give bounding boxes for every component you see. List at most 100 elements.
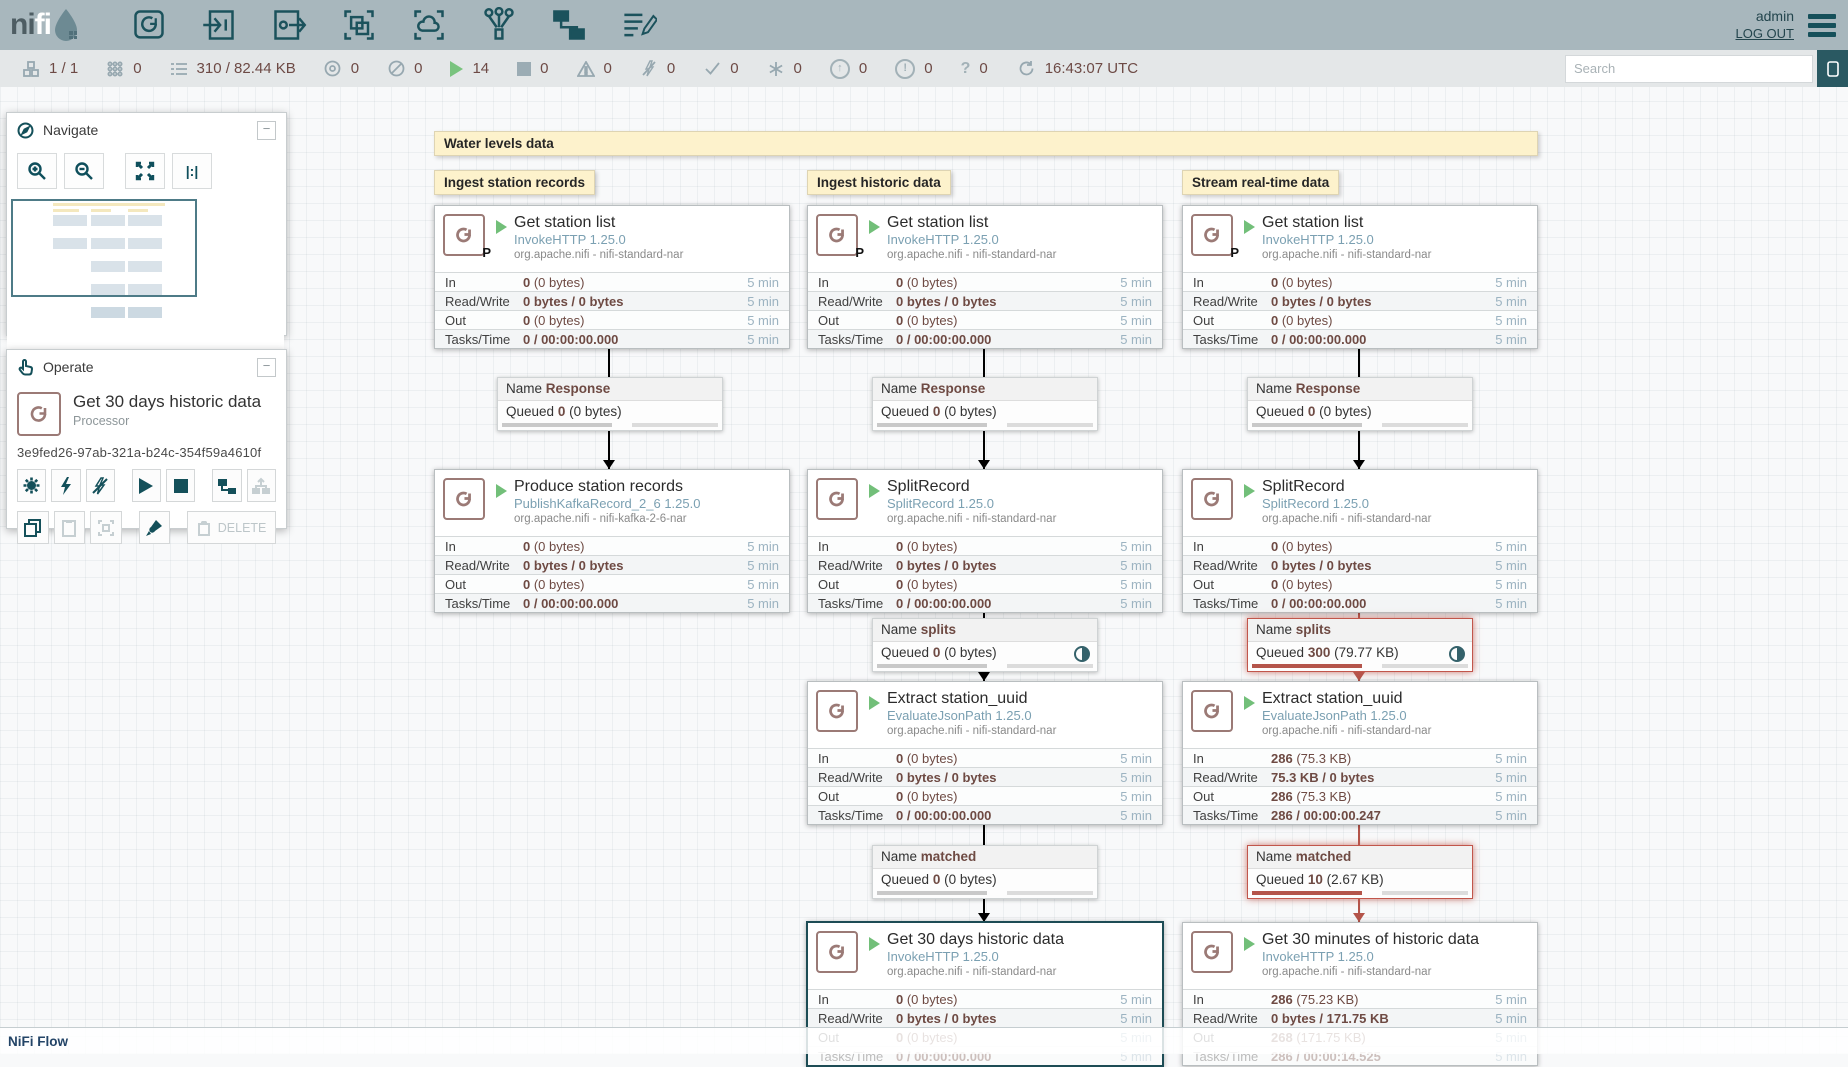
navigate-collapse-button[interactable]: − (257, 121, 276, 140)
stat-read-write: Read/Write0 bytes / 0 bytes5 min (1183, 555, 1537, 574)
hand-pointer-icon (17, 359, 34, 376)
processor-get-station-list[interactable]: P Get station list InvokeHTTP 1.25.0 org… (807, 205, 1163, 349)
connection-label-matched[interactable]: Name matched Queued 10 (2.67 KB) (1247, 845, 1473, 899)
processor-splitrecord[interactable]: SplitRecord SplitRecord 1.25.0 org.apach… (807, 469, 1163, 613)
breadcrumb-bar: NiFi Flow (0, 1027, 1848, 1054)
processor-extract-station-uuid[interactable]: Extract station_uuid EvaluateJsonPath 1.… (807, 681, 1163, 825)
processor-produce-station-records[interactable]: Produce station records PublishKafkaReco… (434, 469, 790, 613)
enable-button[interactable] (51, 469, 80, 502)
logo-text-fi: fi (35, 8, 51, 42)
create-template-button[interactable] (212, 469, 241, 502)
processor-name: Get 30 days historic data (887, 931, 1064, 949)
configure-button[interactable] (17, 469, 46, 502)
primary-node-badge: P (482, 245, 491, 260)
primary-node-badge: P (1230, 245, 1239, 260)
processor-type: EvaluateJsonPath 1.25.0 (887, 708, 1056, 724)
processor-bundle: org.apache.nifi - nifi-standard-nar (1262, 724, 1431, 738)
group-label-water-levels[interactable]: Water levels data (434, 131, 1538, 156)
start-button[interactable] (132, 469, 161, 502)
running-status-icon (1244, 220, 1255, 234)
running-status-icon (869, 220, 880, 234)
stat-tasks-time: Tasks/Time286 / 00:00:00.2475 min (1183, 805, 1537, 824)
zoom-fit-button[interactable] (125, 153, 165, 189)
change-color-button[interactable] (139, 511, 171, 544)
zoom-in-button[interactable] (17, 153, 57, 189)
navigate-title: Navigate (43, 122, 98, 138)
running-status: 14 (450, 60, 489, 77)
selected-component-id: 3e9fed26-97ab-321a-b24c-354f59a4610f (17, 445, 276, 460)
stat-in: In0 (0 bytes)5 min (808, 989, 1162, 1008)
disabled-count: 0 (667, 60, 675, 77)
section-label-stream-real-time-data[interactable]: Stream real-time data (1182, 170, 1339, 195)
stat-in: In286 (75.23 KB)5 min (1183, 989, 1537, 1008)
stat-read-write: Read/Write0 bytes / 0 bytes5 min (435, 555, 789, 574)
locally-modified-count: 0 (794, 60, 802, 77)
connection-label-matched[interactable]: Name matched Queued 0 (0 bytes) (872, 845, 1098, 899)
output-port-tool-icon[interactable] (267, 5, 311, 45)
input-port-tool-icon[interactable] (197, 5, 241, 45)
copy-button[interactable] (17, 511, 49, 544)
connection-label-splits[interactable]: Name splits Queued 300 (79.77 KB) (1247, 618, 1473, 672)
processor-name: Extract station_uuid (1262, 690, 1431, 708)
processor-type: PublishKafkaRecord_2_6 1.25.0 (514, 496, 700, 512)
stop-button[interactable] (166, 469, 195, 502)
zoom-out-button[interactable] (64, 153, 104, 189)
stat-read-write: Read/Write0 bytes / 0 bytes5 min (808, 291, 1162, 310)
funnel-tool-icon[interactable] (477, 5, 521, 45)
active-threads-icon (106, 60, 124, 78)
paste-button[interactable] (54, 511, 86, 544)
logout-link[interactable]: LOG OUT (1735, 25, 1794, 43)
delete-button[interactable]: DELETE (187, 511, 276, 544)
disable-button[interactable] (86, 469, 115, 502)
active-threads-status: 0 (106, 60, 141, 78)
search-input[interactable] (1565, 55, 1813, 83)
processor-type: InvokeHTTP 1.25.0 (1262, 232, 1431, 248)
refresh-icon[interactable] (1018, 60, 1036, 78)
delete-label: DELETE (218, 521, 267, 535)
breadcrumb-root[interactable]: NiFi Flow (8, 1034, 68, 1049)
stat-read-write: Read/Write0 bytes / 0 bytes5 min (808, 767, 1162, 786)
processor-tool-icon[interactable] (127, 5, 171, 45)
processor-name: Produce station records (514, 478, 700, 496)
processor-bundle: org.apache.nifi - nifi-standard-nar (887, 965, 1064, 979)
stat-in: In0 (0 bytes)5 min (808, 272, 1162, 291)
section-label-ingest-station-records[interactable]: Ingest station records (434, 170, 595, 195)
global-menu-button[interactable] (1808, 14, 1836, 37)
birdseye-minimap[interactable] (7, 199, 284, 373)
processor-get-station-list[interactable]: P Get station list InvokeHTTP 1.25.0 org… (1182, 205, 1538, 349)
processor-icon (816, 690, 858, 732)
connection-label-splits[interactable]: Name splits Queued 0 (0 bytes) (872, 618, 1098, 672)
stat-tasks-time: Tasks/Time0 / 00:00:00.0005 min (808, 805, 1162, 824)
processor-get-station-list[interactable]: P Get station list InvokeHTTP 1.25.0 org… (434, 205, 790, 349)
connection-label-response[interactable]: Name Response Queued 0 (0 bytes) (872, 377, 1098, 431)
stat-in: In0 (0 bytes)5 min (435, 536, 789, 555)
processor-type: InvokeHTTP 1.25.0 (887, 949, 1064, 965)
processor-extract-station-uuid[interactable]: Extract station_uuid EvaluateJsonPath 1.… (1182, 681, 1538, 825)
stat-read-write: Read/Write0 bytes / 0 bytes5 min (435, 291, 789, 310)
processor-type: InvokeHTTP 1.25.0 (887, 232, 1056, 248)
bulletin-board-button[interactable] (1817, 50, 1848, 87)
stat-out: Out0 (0 bytes)5 min (1183, 310, 1537, 329)
template-tool-icon[interactable] (547, 5, 591, 45)
zoom-actual-button[interactable]: |:| (172, 153, 212, 189)
label-tool-icon[interactable] (617, 5, 661, 45)
connection-label-response[interactable]: Name Response Queued 0 (0 bytes) (1247, 377, 1473, 431)
operate-collapse-button[interactable]: − (257, 358, 276, 377)
stat-read-write: Read/Write0 bytes / 0 bytes5 min (808, 555, 1162, 574)
minimap-viewport[interactable] (11, 199, 197, 297)
nifi-logo: nifi (10, 7, 81, 43)
trash-icon (197, 520, 211, 536)
processor-bundle: org.apache.nifi - nifi-kafka-2-6-nar (514, 512, 700, 526)
section-label-ingest-historic-data[interactable]: Ingest historic data (807, 170, 951, 195)
group-button[interactable] (90, 511, 122, 544)
stat-read-write: Read/Write0 bytes / 0 bytes5 min (808, 1008, 1162, 1027)
locally-modified-status: 0 (767, 60, 802, 78)
process-group-tool-icon[interactable] (337, 5, 381, 45)
selected-component-type: Processor (73, 414, 261, 428)
connection-label-response[interactable]: Name Response Queued 0 (0 bytes) (497, 377, 723, 431)
upload-template-button[interactable] (247, 469, 276, 502)
remote-process-group-tool-icon[interactable] (407, 5, 451, 45)
processor-bundle: org.apache.nifi - nifi-standard-nar (887, 512, 1056, 526)
processor-splitrecord[interactable]: SplitRecord SplitRecord 1.25.0 org.apach… (1182, 469, 1538, 613)
running-status-icon (869, 937, 880, 951)
